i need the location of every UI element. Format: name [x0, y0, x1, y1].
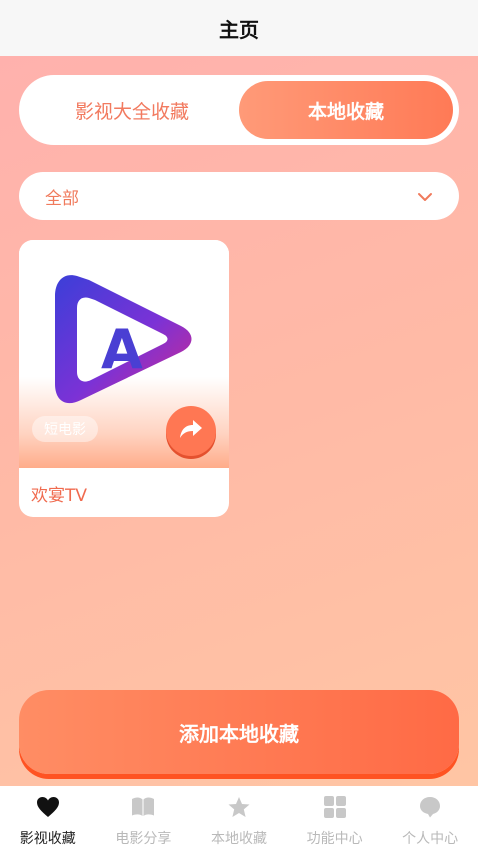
app-logo: A — [55, 275, 192, 404]
card-thumbnail: A 短电影 — [19, 240, 229, 468]
nav-tab-video-favorites[interactable]: 影视收藏 — [0, 786, 96, 850]
nav-tab-label: 个人中心 — [402, 831, 459, 847]
nav-tab-label: 电影分享 — [115, 831, 172, 847]
nav-tab-profile[interactable]: 个人中心 — [382, 786, 478, 850]
tab-video-favorites[interactable]: 影视大全收藏 — [25, 81, 239, 139]
category-dropdown[interactable]: 全部 — [19, 172, 459, 220]
nav-tab-movie-share[interactable]: 电影分享 — [96, 786, 192, 850]
share-icon — [178, 418, 204, 444]
nav-tab-local-favorites[interactable]: 本地收藏 — [191, 786, 287, 850]
nav-tab-label: 本地收藏 — [210, 831, 267, 847]
heart-icon — [36, 796, 60, 822]
bottom-tab-bar: 影视收藏 电影分享 本地收藏 功能中心 个人中心 — [0, 786, 478, 850]
book-icon — [131, 796, 155, 822]
dropdown-selected-value: 全部 — [45, 188, 79, 209]
grid-icon — [323, 796, 347, 822]
app-header: 主页 — [0, 0, 478, 56]
share-button[interactable] — [166, 406, 216, 456]
segmented-control: 影视大全收藏 本地收藏 — [19, 75, 459, 145]
category-tag: 短电影 — [32, 416, 98, 442]
logo-letter: A — [101, 318, 143, 381]
chevron-down-icon — [417, 187, 433, 206]
favorite-card[interactable]: A 短电影 欢宴TV — [19, 240, 229, 517]
chat-icon — [418, 796, 442, 822]
nav-tab-label: 影视收藏 — [19, 831, 76, 847]
nav-tab-function-center[interactable]: 功能中心 — [287, 786, 383, 850]
tab-local-favorites[interactable]: 本地收藏 — [239, 81, 453, 139]
add-local-favorite-button[interactable]: 添加本地收藏 — [19, 690, 459, 774]
nav-tab-label: 功能中心 — [306, 831, 363, 847]
page-title: 主页 — [219, 17, 259, 42]
card-title: 欢宴TV — [31, 486, 88, 506]
star-icon — [227, 796, 251, 822]
